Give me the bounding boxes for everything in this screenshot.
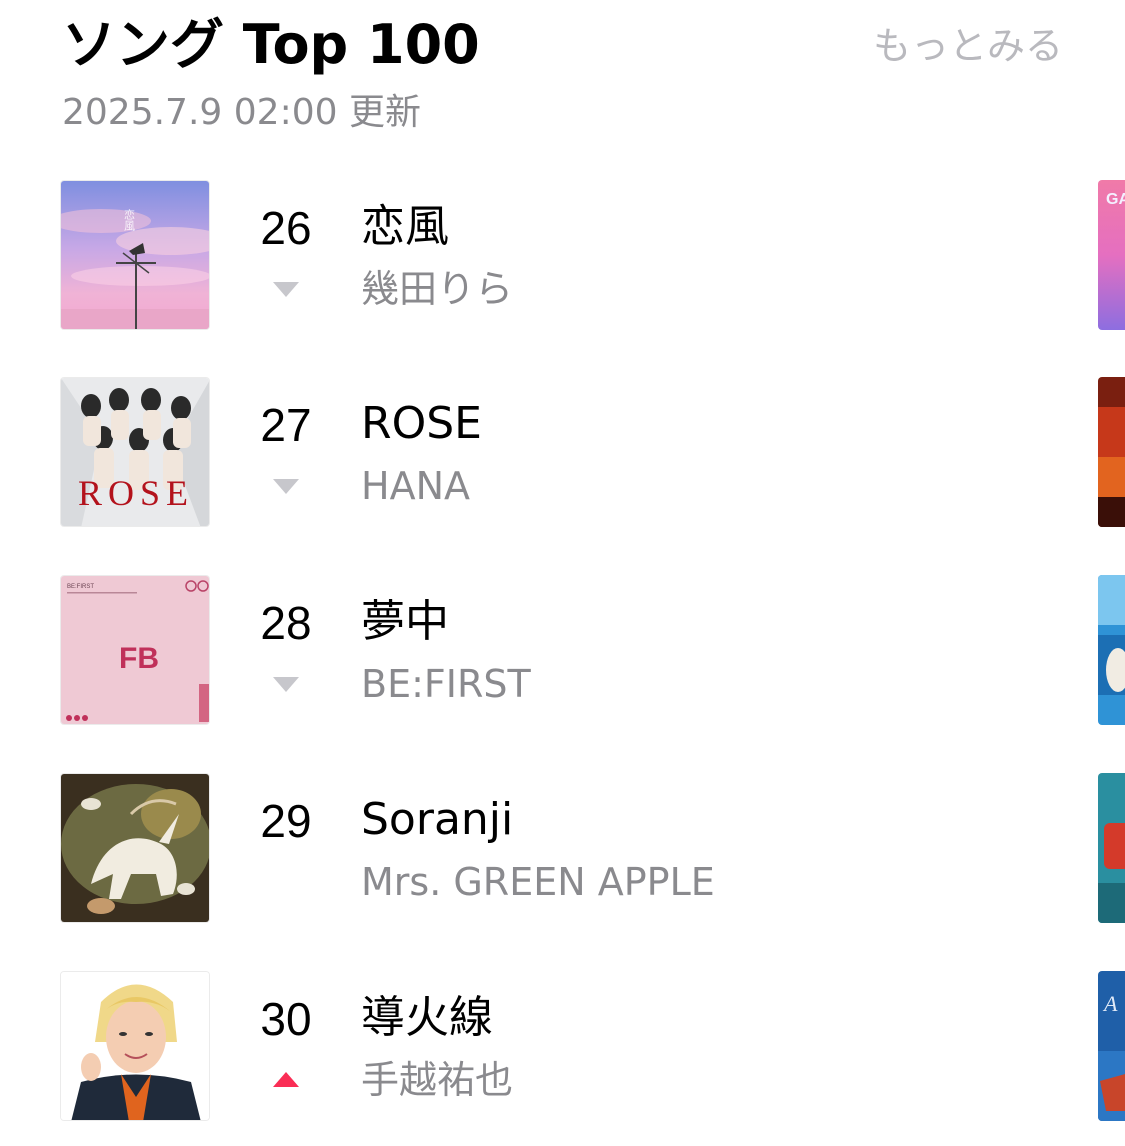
rank-number: 27 [260,399,312,451]
artist-name: 手越祐也 [361,1058,514,1102]
trend-down-icon [273,479,299,494]
next-column-album-art[interactable]: GA [1098,180,1125,330]
art-lettering: 恋風 [123,208,136,232]
song-title: Soranji [361,794,514,845]
rank-number: 28 [260,597,312,649]
rank-number: 29 [260,795,312,847]
song-title: 夢中 [361,596,449,647]
see-more-link[interactable]: もっとみる [873,22,1063,70]
artist-name: 幾田りら [361,267,514,311]
next-column-album-art[interactable] [1098,575,1125,725]
art-logo: FB [119,642,159,675]
rank-number: 30 [260,993,312,1045]
album-art: ROSE [60,377,210,527]
artist-name: BE:FIRST [361,662,531,706]
album-art [60,971,210,1121]
next-column-album-art[interactable] [1098,377,1125,527]
song-row-26[interactable]: 恋風 26 恋風 幾田りら GA [0,180,1125,330]
trend-down-icon [273,677,299,692]
next-column-album-art[interactable]: A [1098,971,1125,1121]
song-title: 導火線 [361,992,493,1043]
trend-up-icon [273,1072,299,1087]
song-row-29[interactable]: 29 Soranji Mrs. GREEN APPLE [0,773,1125,923]
album-art [60,773,210,923]
album-art: BE:FIRST FB [60,575,210,725]
song-title: ROSE [361,398,482,449]
artist-name: HANA [361,464,470,508]
album-art: 恋風 [60,180,210,330]
artist-name: Mrs. GREEN APPLE [361,860,715,904]
art-lettering: BE:FIRST [67,584,94,590]
song-row-28[interactable]: BE:FIRST FB 28 夢中 BE:FIRST [0,575,1125,725]
peek-lettering: GA [1106,191,1125,208]
updated-timestamp: 2025.7.9 02:00 更新 [62,92,421,133]
next-column-album-art[interactable] [1098,773,1125,923]
song-title: 恋風 [361,201,449,252]
peek-lettering: A [1102,991,1118,1016]
rank-number: 26 [260,202,312,254]
page-title: ソング Top 100 [62,13,480,76]
song-row-30[interactable]: 30 導火線 手越祐也 A [0,971,1125,1121]
trend-down-icon [273,282,299,297]
song-row-27[interactable]: ROSE 27 ROSE HANA [0,377,1125,527]
art-lettering: ROSE [78,473,194,513]
